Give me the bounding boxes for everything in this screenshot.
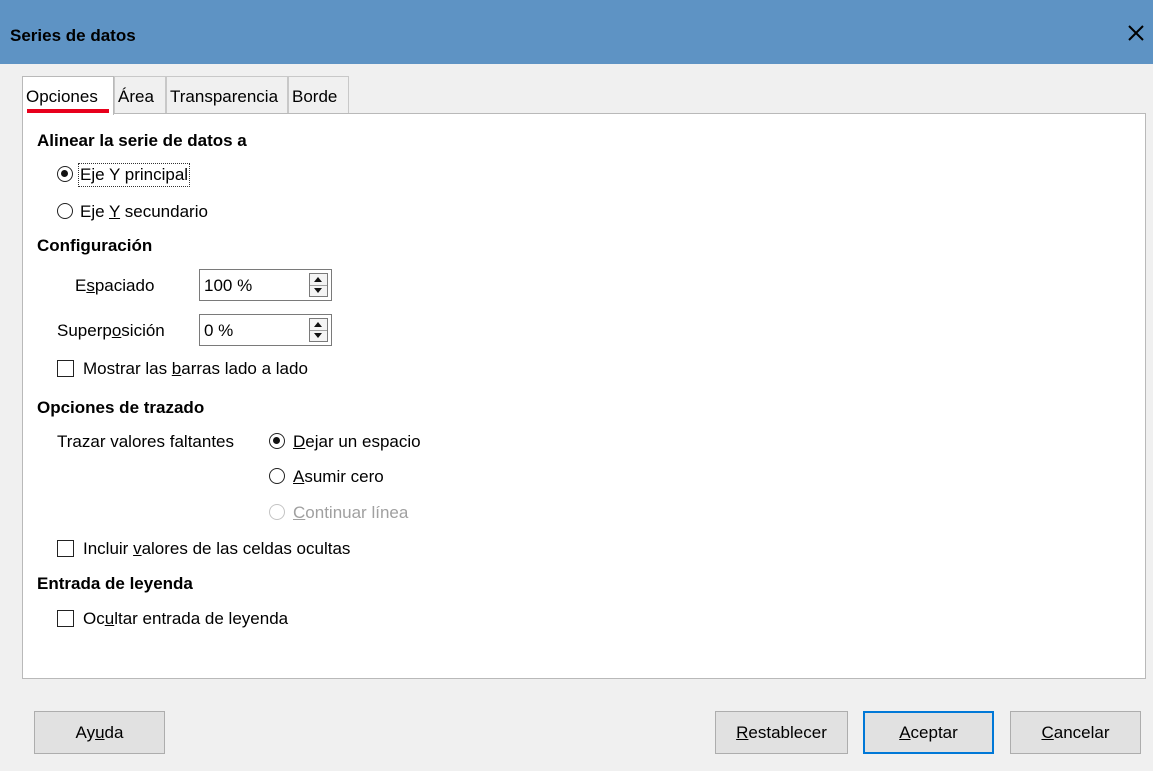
- spin-down-icon[interactable]: [310, 330, 327, 341]
- tab-area[interactable]: Área: [114, 76, 166, 113]
- spacing-spinbox[interactable]: 100 %: [199, 269, 332, 301]
- tab-borde[interactable]: Borde: [288, 76, 349, 113]
- dialog-title: Series de datos: [10, 26, 136, 45]
- active-tab-indicator: [27, 109, 109, 113]
- close-button[interactable]: [1121, 18, 1151, 48]
- overlap-value: 0 %: [204, 321, 234, 340]
- cancel-button[interactable]: Cancelar: [1010, 711, 1141, 754]
- options-panel: Alinear la serie de datos a Eje Y princi…: [22, 113, 1146, 679]
- plot-heading: Opciones de trazado: [37, 398, 205, 417]
- continue-line-radio: [269, 504, 285, 520]
- secondary-y-radio[interactable]: [57, 203, 73, 219]
- hidden-cells-checkbox[interactable]: [57, 540, 74, 557]
- legend-heading: Entrada de leyenda: [37, 574, 193, 593]
- assume-zero-radio[interactable]: [269, 468, 285, 484]
- reset-button[interactable]: Restablecer: [715, 711, 848, 754]
- ok-button-label: Aceptar: [899, 722, 958, 742]
- tab-label: Opciones: [26, 87, 98, 106]
- continue-line-label: Continuar línea: [293, 503, 409, 522]
- primary-y-label[interactable]: Eje Y principal: [77, 163, 191, 187]
- tab-opciones[interactable]: Opciones: [22, 76, 114, 115]
- side-by-side-checkbox[interactable]: [57, 360, 74, 377]
- help-button[interactable]: Ayuda: [34, 711, 165, 754]
- overlap-stepper[interactable]: [309, 318, 328, 342]
- ok-button[interactable]: Aceptar: [863, 711, 994, 754]
- leave-gap-radio[interactable]: [269, 433, 285, 449]
- hide-legend-label[interactable]: Ocultar entrada de leyenda: [83, 609, 288, 629]
- primary-y-radio[interactable]: [57, 166, 73, 182]
- side-by-side-label[interactable]: Mostrar las barras lado a lado: [83, 359, 308, 379]
- hide-legend-checkbox[interactable]: [57, 610, 74, 627]
- close-icon: [1128, 25, 1144, 41]
- assume-zero-label[interactable]: Asumir cero: [293, 467, 384, 487]
- overlap-spinbox[interactable]: 0 %: [199, 314, 332, 346]
- spacing-label: Espaciado: [75, 276, 155, 295]
- tab-transparencia[interactable]: Transparencia: [166, 76, 288, 113]
- reset-button-label: Restablecer: [736, 722, 827, 742]
- title-bar: Series de datos: [0, 0, 1153, 64]
- overlap-label: Superposición: [57, 321, 165, 340]
- spacing-value: 100 %: [204, 276, 253, 295]
- cancel-button-label: Cancelar: [1041, 722, 1110, 742]
- missing-values-label: Trazar valores faltantes: [57, 432, 234, 451]
- tab-label: Borde: [292, 87, 338, 106]
- secondary-y-label[interactable]: Eje Y secundario: [80, 202, 208, 222]
- config-heading: Configuración: [37, 236, 153, 255]
- leave-gap-label[interactable]: Dejar un espacio: [293, 432, 421, 452]
- tab-label: Área: [118, 87, 154, 106]
- spacing-stepper[interactable]: [309, 273, 328, 297]
- help-button-label: Ayuda: [75, 722, 124, 742]
- hidden-cells-label[interactable]: Incluir valores de las celdas ocultas: [83, 539, 350, 559]
- tab-label: Transparencia: [170, 87, 279, 106]
- align-heading: Alinear la serie de datos a: [37, 131, 247, 150]
- spin-down-icon[interactable]: [310, 285, 327, 296]
